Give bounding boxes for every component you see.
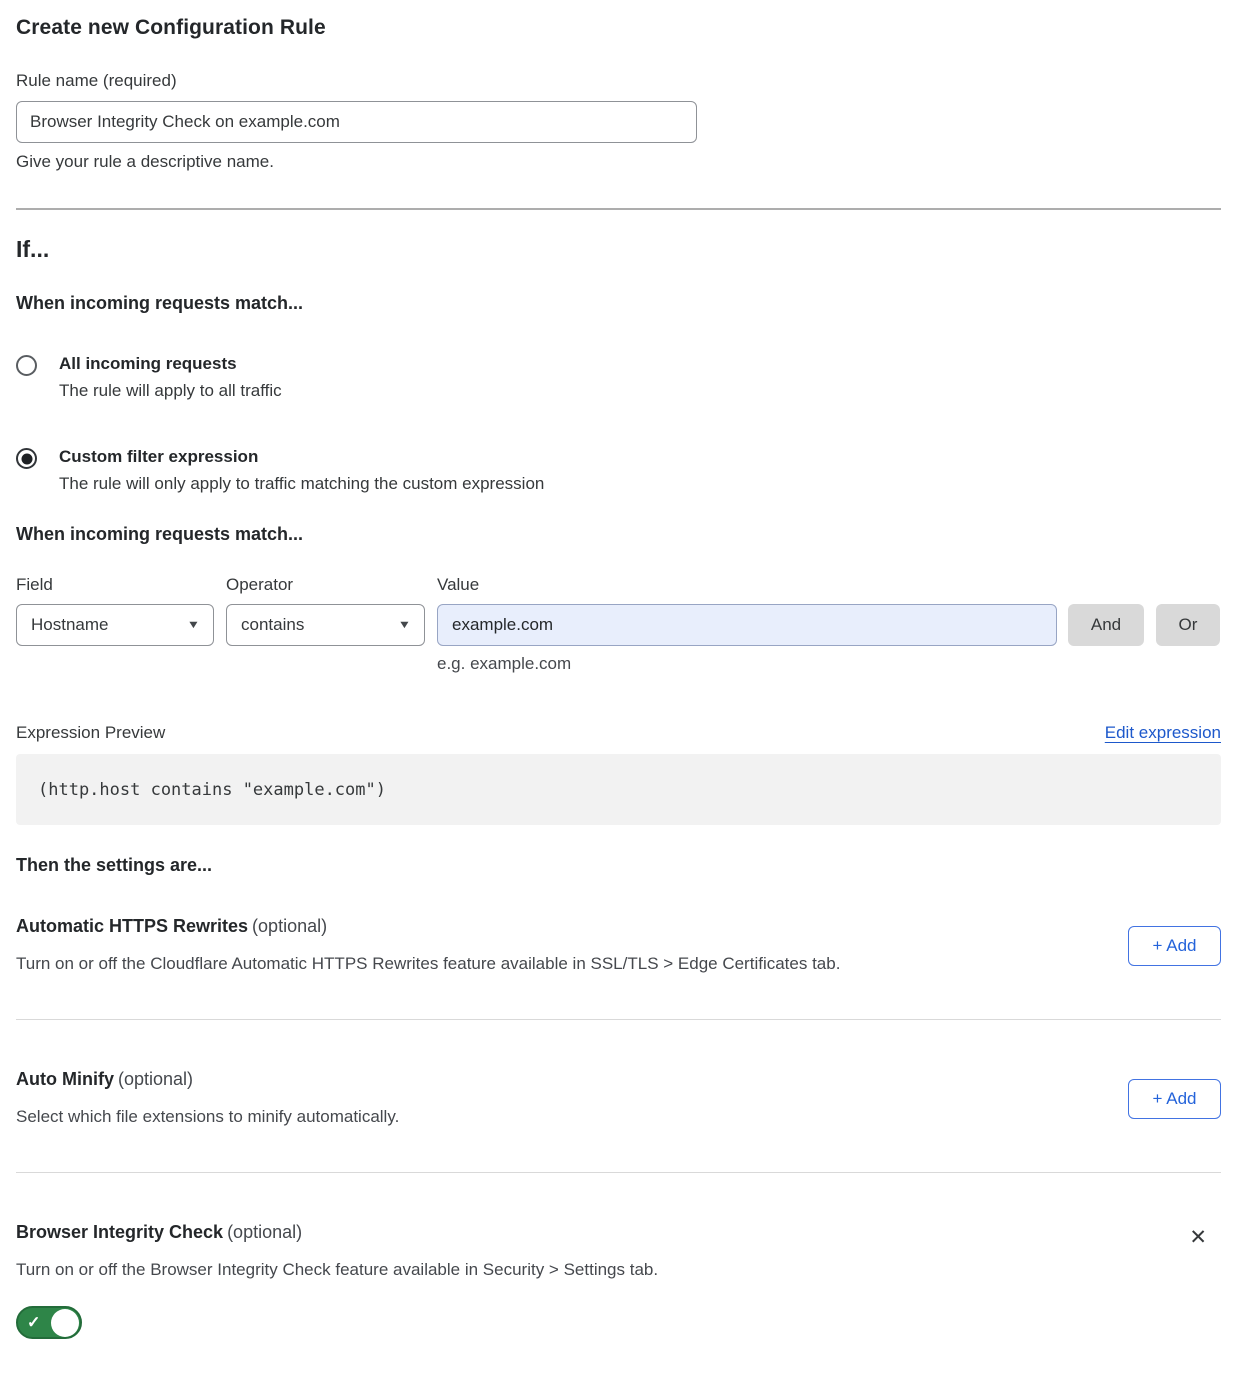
radio-unchecked-icon[interactable]	[16, 355, 37, 376]
and-button[interactable]: And	[1068, 604, 1144, 646]
rule-name-label: Rule name (required)	[16, 71, 1221, 91]
optional-label: (optional)	[252, 916, 327, 936]
setting-name: Auto Minify	[16, 1069, 114, 1089]
setting-description: Turn on or off the Cloudflare Automatic …	[16, 954, 840, 974]
radio-option-label: All incoming requests	[59, 354, 282, 374]
check-icon: ✓	[27, 1312, 40, 1332]
setting-divider	[16, 1019, 1221, 1020]
expression-builder-row: Hostname ▼ contains ▼ And Or	[16, 604, 1221, 646]
top-divider	[16, 208, 1221, 210]
operator-column-label: Operator	[226, 575, 437, 595]
operator-select-value: contains	[241, 615, 304, 635]
setting-auto-minify: Auto Minify(optional) Select which file …	[16, 1069, 1221, 1172]
radio-option-description: The rule will apply to all traffic	[59, 381, 282, 401]
browser-integrity-check-toggle[interactable]: ✓	[16, 1306, 82, 1339]
setting-browser-integrity-check: Browser Integrity Check(optional) Turn o…	[16, 1222, 1221, 1344]
expression-builder-column-labels: Field Operator Value	[16, 575, 1221, 595]
chevron-down-icon: ▼	[187, 619, 201, 631]
expression-preview-label: Expression Preview	[16, 723, 165, 743]
value-helper: e.g. example.com	[437, 654, 1221, 674]
close-icon[interactable]: ✕	[1187, 1224, 1209, 1250]
rule-name-helper: Give your rule a descriptive name.	[16, 152, 1221, 172]
radio-option-label: Custom filter expression	[59, 447, 544, 467]
optional-label: (optional)	[227, 1222, 302, 1242]
setting-automatic-https-rewrites: Automatic HTTPS Rewrites(optional) Turn …	[16, 916, 1221, 1019]
radio-option-all-incoming-requests[interactable]: All incoming requests The rule will appl…	[16, 354, 1221, 401]
expression-preview-header: Expression Preview Edit expression	[16, 723, 1221, 743]
radio-checked-icon[interactable]	[16, 448, 37, 469]
field-column-label: Field	[16, 575, 226, 595]
setting-divider	[16, 1172, 1221, 1173]
field-select-value: Hostname	[31, 615, 108, 635]
page-title: Create new Configuration Rule	[16, 16, 1221, 40]
edit-expression-link[interactable]: Edit expression	[1105, 723, 1221, 743]
if-heading: If...	[16, 236, 1221, 263]
field-select[interactable]: Hostname ▼	[16, 604, 214, 646]
chevron-down-icon: ▼	[398, 619, 412, 631]
rule-name-input[interactable]	[16, 101, 697, 143]
value-column-label: Value	[437, 575, 1221, 595]
setting-description: Turn on or off the Browser Integrity Che…	[16, 1260, 658, 1280]
setting-title: Automatic HTTPS Rewrites(optional)	[16, 916, 840, 937]
expression-builder-heading: When incoming requests match...	[16, 524, 1221, 545]
optional-label: (optional)	[118, 1069, 193, 1089]
setting-name: Automatic HTTPS Rewrites	[16, 916, 248, 936]
or-button[interactable]: Or	[1156, 604, 1220, 646]
radio-option-description: The rule will only apply to traffic matc…	[59, 474, 544, 494]
expression-preview-code: (http.host contains "example.com")	[16, 754, 1221, 825]
when-match-heading: When incoming requests match...	[16, 293, 1221, 314]
add-auto-minify-button[interactable]: + Add	[1128, 1079, 1221, 1119]
settings-heading: Then the settings are...	[16, 855, 1221, 876]
setting-title: Auto Minify(optional)	[16, 1069, 399, 1090]
setting-title: Browser Integrity Check(optional)	[16, 1222, 658, 1243]
setting-description: Select which file extensions to minify a…	[16, 1107, 399, 1127]
value-input[interactable]	[437, 604, 1057, 646]
radio-option-custom-filter-expression[interactable]: Custom filter expression The rule will o…	[16, 447, 1221, 494]
setting-name: Browser Integrity Check	[16, 1222, 223, 1242]
toggle-knob	[51, 1309, 79, 1337]
add-automatic-https-rewrites-button[interactable]: + Add	[1128, 926, 1221, 966]
create-configuration-rule-form: Create new Configuration Rule Rule name …	[0, 0, 1237, 1364]
operator-select[interactable]: contains ▼	[226, 604, 425, 646]
